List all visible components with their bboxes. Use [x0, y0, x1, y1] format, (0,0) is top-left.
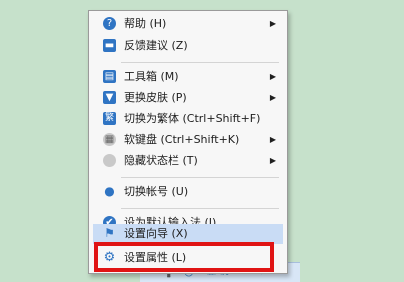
- menu-item-switch-account[interactable]: ● 切换帐号 (U): [93, 182, 283, 202]
- menu-item-label: 软键盘 (Ctrl+Shift+K): [124, 133, 240, 146]
- menu-item-label: 切换帐号 (U): [124, 185, 189, 198]
- menu-item-hide-statusbar[interactable]: 隐藏状态栏 (T) ▶: [93, 151, 283, 171]
- menu-item-label: 设置向导 (X): [124, 227, 188, 240]
- menu-item-setup-wizard[interactable]: ⚑ 设置向导 (X): [93, 224, 283, 244]
- traditional-chinese-icon: 繁: [103, 112, 116, 125]
- menu-item-label: 切换为繁体 (Ctrl+Shift+F): [124, 112, 261, 125]
- menu-item-feedback[interactable]: ▬ 反馈建议 (Z): [93, 36, 283, 56]
- switch-account-icon: ●: [104, 184, 115, 198]
- setup-wizard-icon: ⚑: [104, 226, 115, 240]
- menu-item-toolbox[interactable]: ▤ 工具箱 (M) ▶: [93, 67, 283, 87]
- menu-separator: [121, 62, 279, 63]
- submenu-arrow-icon: ▶: [269, 19, 276, 28]
- menu-item-help[interactable]: ? 帮助 (H) ▶: [93, 14, 283, 34]
- menu-item-traditional[interactable]: 繁 切换为繁体 (Ctrl+Shift+F): [93, 109, 283, 129]
- feedback-icon: ▬: [103, 39, 116, 52]
- skin-icon: ▼: [103, 91, 116, 104]
- submenu-arrow-icon: ▶: [269, 93, 276, 102]
- submenu-arrow-icon: ▶: [269, 156, 276, 165]
- menu-separator: [121, 177, 279, 178]
- hide-statusbar-icon: [103, 154, 116, 167]
- soft-keyboard-icon: ▦: [103, 133, 116, 146]
- help-icon: ?: [103, 17, 116, 30]
- ime-context-menu: ? 帮助 (H) ▶ ▬ 反馈建议 (Z) ▤ 工具箱 (M) ▶ ▼ 更换皮肤…: [88, 10, 288, 274]
- menu-item-label: 更换皮肤 (P): [124, 91, 187, 104]
- menu-item-label: 帮助 (H): [124, 17, 167, 30]
- highlight-box: [94, 242, 274, 272]
- menu-item-skin[interactable]: ▼ 更换皮肤 (P) ▶: [93, 88, 283, 108]
- toolbox-icon: ▤: [103, 70, 116, 83]
- menu-item-label: 反馈建议 (Z): [124, 39, 188, 52]
- submenu-arrow-icon: ▶: [269, 135, 276, 144]
- submenu-arrow-icon: ▶: [269, 72, 276, 81]
- menu-separator: [121, 208, 279, 209]
- menu-item-soft-keyboard[interactable]: ▦ 软键盘 (Ctrl+Shift+K) ▶: [93, 130, 283, 150]
- menu-item-label: 工具箱 (M): [124, 70, 179, 83]
- menu-item-label: 隐藏状态栏 (T): [124, 154, 198, 167]
